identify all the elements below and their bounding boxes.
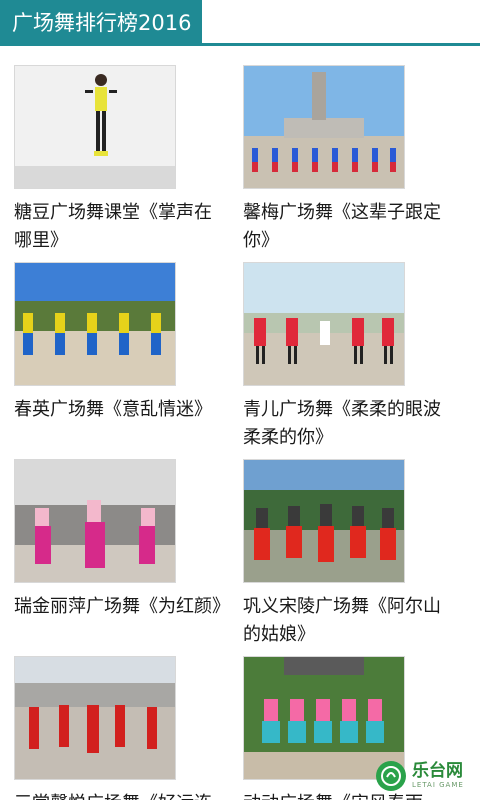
list-item[interactable]: 糖豆广场舞课堂《掌声在哪里》 (14, 65, 229, 255)
brand-name-en: LETAI GAME (412, 781, 464, 789)
dancers-red-street-thumbnail-icon (15, 657, 175, 779)
page-title: 广场舞排行榜2016 (0, 0, 202, 43)
video-title[interactable]: 巩义宋陵广场舞《阿尔山的姑娘》 (243, 593, 458, 649)
watermark: 乐台网 LETAI GAME (376, 758, 472, 794)
dancer-studio-thumbnail-icon (15, 66, 175, 188)
list-item[interactable]: 瑞金丽萍广场舞《为红颜》 (14, 459, 230, 621)
dancers-monument-thumbnail-icon (244, 66, 404, 188)
video-title[interactable]: 糖豆广场舞课堂《掌声在哪里》 (14, 199, 229, 255)
video-title[interactable]: 馨梅广场舞《这辈子跟定你》 (243, 199, 458, 255)
video-grid: 糖豆广场舞课堂《掌声在哪里》 馨梅广场舞《这辈子跟定你》 春英广场舞《意乱情迷》… (0, 46, 480, 800)
app-header: 广场舞排行榜2016 (0, 0, 480, 46)
video-thumbnail[interactable] (14, 262, 176, 386)
dancers-blue-sky-thumbnail-icon (15, 263, 175, 385)
dancers-red-thumbnail-icon (244, 460, 404, 582)
video-thumbnail[interactable] (243, 65, 405, 189)
video-thumbnail[interactable] (243, 459, 405, 583)
list-item[interactable]: 馨梅广场舞《这辈子跟定你》 (243, 65, 458, 255)
video-title[interactable]: 三堂馨悦广场舞《好运连 (14, 790, 229, 800)
dancers-pink-thumbnail-icon (15, 460, 175, 582)
brand-name: 乐台网 (412, 761, 463, 781)
video-thumbnail[interactable] (14, 656, 176, 780)
brand-logo-icon (376, 761, 406, 791)
video-thumbnail[interactable] (243, 262, 405, 386)
list-item[interactable]: 三堂馨悦广场舞《好运连 (14, 656, 229, 800)
list-item[interactable]: 春英广场舞《意乱情迷》 (14, 262, 229, 424)
video-title[interactable]: 瑞金丽萍广场舞《为红颜》 (14, 593, 230, 621)
video-thumbnail[interactable] (14, 459, 176, 583)
list-item[interactable]: 青儿广场舞《柔柔的眼波柔柔的你》 (243, 262, 458, 452)
video-title[interactable]: 春英广场舞《意乱情迷》 (14, 396, 229, 424)
dancers-plaza-thumbnail-icon (244, 263, 404, 385)
video-title[interactable]: 青儿广场舞《柔柔的眼波柔柔的你》 (243, 396, 458, 452)
video-thumbnail[interactable] (14, 65, 176, 189)
list-item[interactable]: 巩义宋陵广场舞《阿尔山的姑娘》 (243, 459, 458, 649)
